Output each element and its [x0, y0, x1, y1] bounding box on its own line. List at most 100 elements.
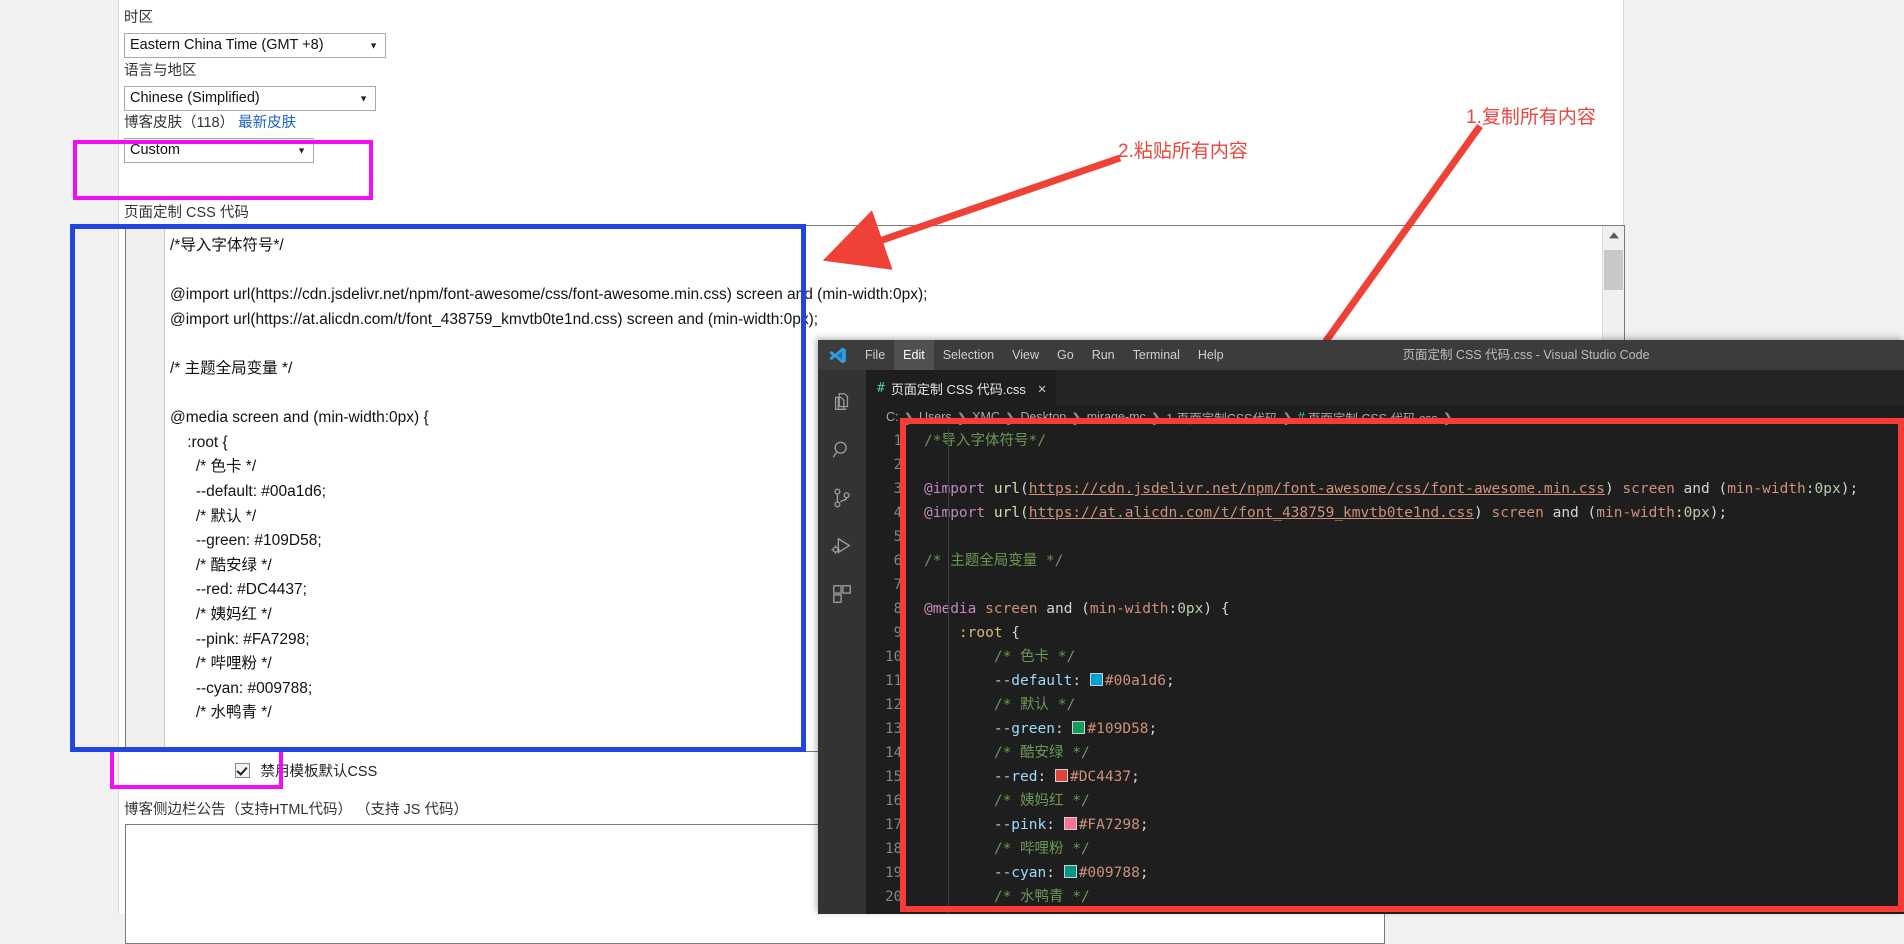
- language-value: Chinese (Simplified): [130, 90, 260, 106]
- line-number: 16: [885, 793, 902, 809]
- menu-item-go[interactable]: Go: [1048, 340, 1083, 370]
- source-control-icon[interactable]: [818, 474, 866, 522]
- timezone-select[interactable]: Eastern China Time (GMT +8) ▼: [124, 33, 386, 58]
- menu-item-edit[interactable]: Edit: [894, 340, 934, 370]
- code-line-content[interactable]: --cyan: #009788;: [924, 861, 1149, 885]
- breadcrumb-item[interactable]: XMC: [972, 410, 1000, 424]
- timezone-value: Eastern China Time (GMT +8): [130, 37, 324, 53]
- code-line-content[interactable]: @import url(https://cdn.jsdelivr.net/npm…: [924, 477, 1858, 501]
- vscode-window[interactable]: File Edit Selection View Go Run Terminal Help 页…: [818, 340, 1904, 914]
- code-line[interactable]: 15 --red: #DC4437;: [866, 765, 1904, 789]
- code-line-content[interactable]: /*导入字体符号*/: [924, 429, 1046, 453]
- code-token: and: [1037, 601, 1082, 617]
- line-number: 20: [885, 889, 902, 905]
- breadcrumb-item[interactable]: Users: [919, 410, 952, 424]
- code-line-content[interactable]: --pink: #FA7298;: [924, 813, 1149, 837]
- code-line[interactable]: 7: [866, 573, 1904, 597]
- code-token: min-width: [1727, 481, 1806, 497]
- line-number: 1: [893, 433, 902, 449]
- code-token: (: [1020, 481, 1029, 497]
- breadcrumb-item[interactable]: ...: [1458, 410, 1468, 424]
- code-token: ) {: [1203, 601, 1230, 617]
- language-select[interactable]: Chinese (Simplified) ▼: [124, 86, 376, 111]
- code-token: {: [1002, 625, 1021, 641]
- code-token: 0px: [1177, 601, 1204, 617]
- code-line[interactable]: 13 --green: #109D58;: [866, 717, 1904, 741]
- disable-default-css-row[interactable]: 禁用模板默认CSS: [235, 760, 377, 781]
- code-token: --cyan: [993, 865, 1047, 881]
- code-line[interactable]: 14 /* 酷安绿 */: [866, 741, 1904, 765]
- code-line-content[interactable]: @media screen and (min-width:0px) {: [924, 597, 1230, 621]
- code-line-content[interactable]: --default: #00a1d6;: [924, 669, 1175, 693]
- code-line[interactable]: 8 @media screen and (min-width:0px) {: [866, 597, 1904, 621]
- code-line[interactable]: 9 :root {: [866, 621, 1904, 645]
- code-line[interactable]: 16 /* 姨妈红 */: [866, 789, 1904, 813]
- search-icon[interactable]: [818, 426, 866, 474]
- code-line-content[interactable]: /* 默认 */: [924, 693, 1075, 717]
- breadcrumb-separator-icon: ❯: [1150, 410, 1162, 425]
- code-line-content[interactable]: :root {: [924, 621, 1020, 645]
- code-line[interactable]: 20 /* 水鸭青 */: [866, 885, 1904, 909]
- code-line[interactable]: 4 @import url(https://at.alicdn.com/t/fon…: [866, 501, 1904, 525]
- code-line[interactable]: 1 /*导入字体符号*/: [866, 429, 1904, 453]
- code-line-content[interactable]: --green: #109D58;: [924, 717, 1157, 741]
- code-line-content[interactable]: --red: #DC4437;: [924, 765, 1140, 789]
- code-line[interactable]: 18 /* 哔哩粉 */: [866, 837, 1904, 861]
- menu-item-view[interactable]: View: [1003, 340, 1048, 370]
- timezone-field: 时区 Eastern China Time (GMT +8) ▼: [124, 8, 386, 63]
- disable-default-css-checkbox[interactable]: [235, 763, 250, 778]
- menu-item-help[interactable]: Help: [1189, 340, 1233, 370]
- code-line[interactable]: 11 --default: #00a1d6;: [866, 669, 1904, 693]
- code-line-content[interactable]: /* 主题全局变量 */: [924, 549, 1063, 573]
- scroll-up-arrow-icon[interactable]: [1603, 226, 1624, 246]
- menu-item-run[interactable]: Run: [1083, 340, 1124, 370]
- extensions-icon[interactable]: [818, 570, 866, 618]
- vscode-title-bar[interactable]: File Edit Selection View Go Run Terminal Help 页…: [818, 340, 1904, 370]
- code-line[interactable]: 2: [866, 453, 1904, 477]
- color-swatch-icon: [1072, 721, 1086, 734]
- skin-select[interactable]: Custom ▼: [124, 138, 314, 163]
- scrollbar-thumb[interactable]: [1604, 250, 1623, 290]
- breadcrumb-item[interactable]: mirage-mc: [1087, 410, 1146, 424]
- vscode-tab-bar[interactable]: # 页面定制 CSS 代码.css ✕: [866, 370, 1904, 406]
- close-icon[interactable]: ✕: [1038, 382, 1046, 396]
- code-line[interactable]: 5: [866, 525, 1904, 549]
- menu-item-terminal[interactable]: Terminal: [1124, 340, 1189, 370]
- breadcrumb-item[interactable]: 1.页面定制CSS代码: [1166, 408, 1277, 427]
- breadcrumb-item[interactable]: 页面定制 CSS 代码.css: [1308, 408, 1438, 427]
- code-token: (: [1718, 481, 1728, 497]
- breadcrumb-separator-icon: ❯: [1442, 410, 1454, 425]
- code-token: /* 默认 */: [993, 697, 1076, 713]
- menu-item-selection[interactable]: Selection: [934, 340, 1003, 370]
- code-line[interactable]: 12 /* 默认 */: [866, 693, 1904, 717]
- vscode-menu-bar[interactable]: File Edit Selection View Go Run Terminal Help: [856, 340, 1233, 370]
- code-line[interactable]: 19 --cyan: #009788;: [866, 861, 1904, 885]
- run-debug-icon[interactable]: [818, 522, 866, 570]
- chevron-down-icon: ▼: [369, 40, 378, 50]
- code-token: :: [1072, 673, 1090, 689]
- tab-custom-css-file[interactable]: # 页面定制 CSS 代码.css ✕: [866, 370, 1057, 406]
- line-number: 14: [885, 745, 902, 761]
- code-line[interactable]: 6 /* 主题全局变量 */: [866, 549, 1904, 573]
- code-line[interactable]: 3 @import url(https://cdn.jsdelivr.net/np…: [866, 477, 1904, 501]
- breadcrumb-item[interactable]: C:: [886, 410, 899, 424]
- code-line[interactable]: 10 /* 色卡 */: [866, 645, 1904, 669]
- breadcrumb[interactable]: C: ❯ Users ❯ XMC ❯ Desktop ❯ mirage-mc ❯ 1.页面定制CSS…: [866, 405, 1904, 429]
- code-lines-container[interactable]: 1 /*导入字体符号*/2 3 @import url(https://cdn.jsd…: [866, 429, 1904, 909]
- code-line-content[interactable]: @import url(https://at.alicdn.com/t/font…: [924, 501, 1727, 525]
- code-editor[interactable]: 1 /*导入字体符号*/2 3 @import url(https://cdn.jsd…: [866, 429, 1904, 914]
- breadcrumb-item[interactable]: Desktop: [1020, 410, 1066, 424]
- code-token: ;: [1166, 673, 1175, 689]
- code-line-content[interactable]: /* 色卡 */: [924, 645, 1075, 669]
- explorer-icon[interactable]: [818, 378, 866, 426]
- vscode-activity-bar[interactable]: [818, 370, 866, 914]
- code-line[interactable]: 17 --pink: #FA7298;: [866, 813, 1904, 837]
- menu-item-file[interactable]: File: [856, 340, 894, 370]
- latest-skin-link[interactable]: 最新皮肤: [238, 115, 296, 131]
